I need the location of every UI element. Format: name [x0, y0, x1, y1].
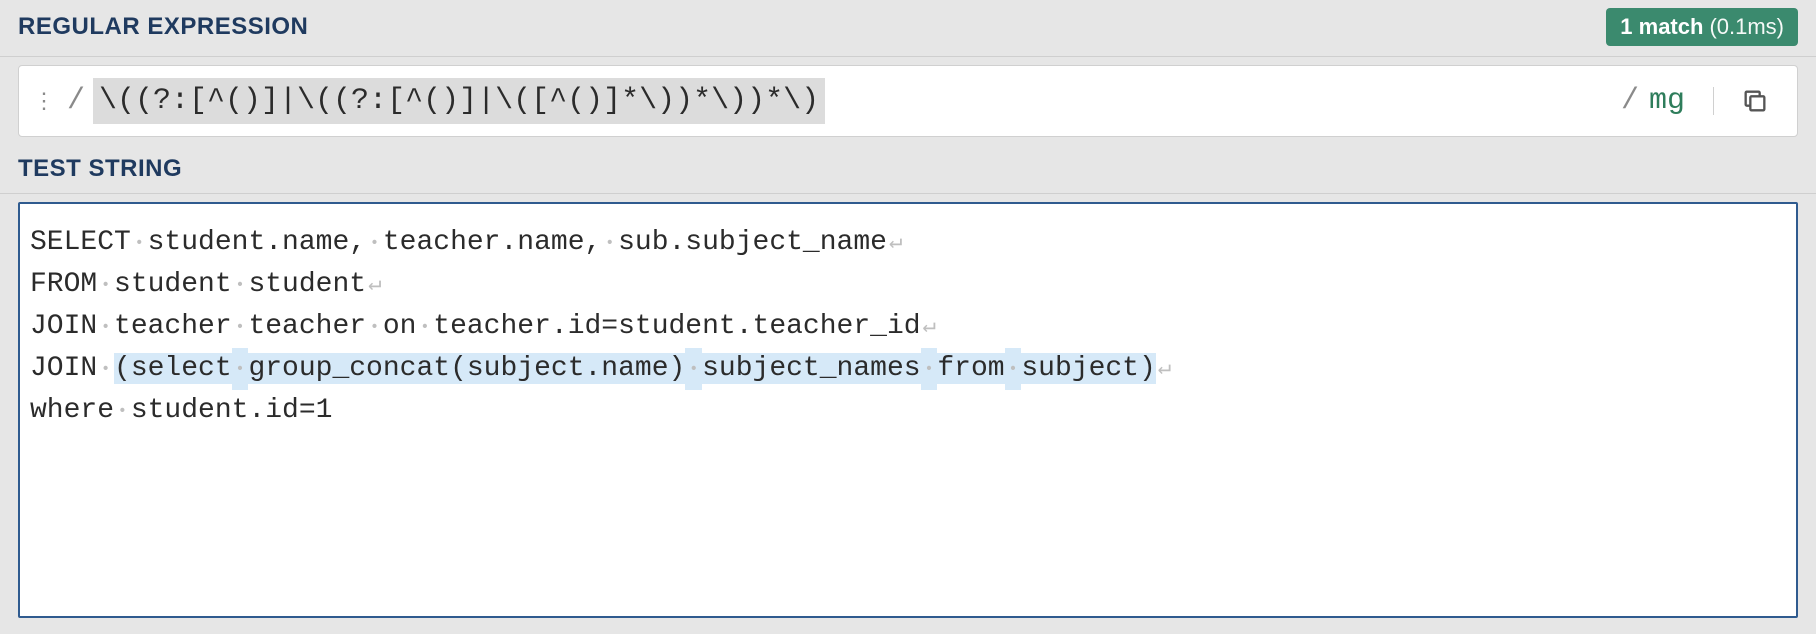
- match-highlight: subject): [1021, 353, 1155, 384]
- text-run: JOIN: [30, 311, 97, 342]
- text-run: SELECT: [30, 227, 131, 258]
- text-run: student: [114, 269, 232, 300]
- regex-close-delim: /: [1621, 84, 1639, 118]
- text-run: teacher.id=student.teacher_id: [433, 311, 920, 342]
- space-marker: [232, 306, 249, 348]
- text-run: on: [383, 311, 417, 342]
- drag-handle-icon[interactable]: ⋮: [33, 97, 57, 105]
- space-marker: [685, 348, 702, 390]
- space-marker: [366, 222, 383, 264]
- space-marker: [232, 348, 249, 390]
- text-run: student.id=1: [131, 395, 333, 426]
- match-time: (0.1ms): [1709, 14, 1784, 40]
- test-line: FROMstudentstudent↵: [30, 264, 1786, 306]
- text-run: teacher.name,: [383, 227, 601, 258]
- copy-icon: [1741, 87, 1769, 115]
- match-highlight: (select: [114, 353, 232, 384]
- test-string-input[interactable]: SELECT student.name, teacher.name, sub.subj…: [18, 202, 1798, 618]
- space-marker: [921, 348, 938, 390]
- space-marker: [232, 264, 249, 306]
- space-marker: [366, 306, 383, 348]
- regex-open-delim: /: [67, 84, 85, 118]
- text-run: student.name,: [148, 227, 366, 258]
- newline-marker-icon: ↵: [1156, 352, 1171, 386]
- regex-input[interactable]: \((?:[^()]|\((?:[^()]|\([^()]*\))*\))*\): [93, 78, 825, 124]
- match-highlight: group_concat(subject.name): [248, 353, 685, 384]
- space-marker: [131, 222, 148, 264]
- copy-button[interactable]: [1713, 87, 1795, 115]
- text-run: teacher: [248, 311, 366, 342]
- test-section-label: TEST STRING: [18, 155, 182, 183]
- newline-marker-icon: ↵: [921, 310, 936, 344]
- space-marker: [1005, 348, 1022, 390]
- regex-left: ⋮ /: [19, 66, 85, 136]
- text-run: where: [30, 395, 114, 426]
- regex-right: / mg: [1621, 66, 1797, 136]
- space-marker: [114, 390, 131, 432]
- newline-marker-icon: ↵: [366, 268, 381, 302]
- match-highlight: subject_names: [702, 353, 920, 384]
- space-marker: [97, 348, 114, 390]
- test-line: SELECT student.name, teacher.name, sub.subj…: [30, 222, 1786, 264]
- match-highlight: from: [937, 353, 1004, 384]
- test-line: JOIN (select group_concat(subject.name) sub…: [30, 348, 1786, 390]
- space-marker: [416, 306, 433, 348]
- text-run: JOIN: [30, 353, 97, 384]
- test-line: where student.id=1: [30, 390, 1786, 432]
- text-run: FROM: [30, 269, 97, 300]
- text-run: sub.subject_name: [618, 227, 887, 258]
- regex-input-wrap[interactable]: \((?:[^()]|\((?:[^()]|\([^()]*\))*\))*\): [85, 66, 1621, 136]
- space-marker: [97, 306, 114, 348]
- match-count: 1 match: [1620, 14, 1703, 40]
- regex-section-header: REGULAR EXPRESSION 1 match (0.1ms): [0, 0, 1816, 57]
- space-marker: [601, 222, 618, 264]
- text-run: teacher: [114, 311, 232, 342]
- regex-input-row: ⋮ / \((?:[^()]|\((?:[^()]|\([^()]*\))*\)…: [18, 65, 1798, 137]
- regex-flags[interactable]: mg: [1649, 84, 1703, 118]
- regex-section-label: REGULAR EXPRESSION: [18, 13, 308, 41]
- newline-marker-icon: ↵: [887, 226, 902, 260]
- text-run: student: [248, 269, 366, 300]
- match-badge: 1 match (0.1ms): [1606, 8, 1798, 46]
- test-section-header: TEST STRING: [0, 149, 1816, 194]
- test-line: JOIN teacher teacher on teacher.id=student.t…: [30, 306, 1786, 348]
- space-marker: [97, 264, 114, 306]
